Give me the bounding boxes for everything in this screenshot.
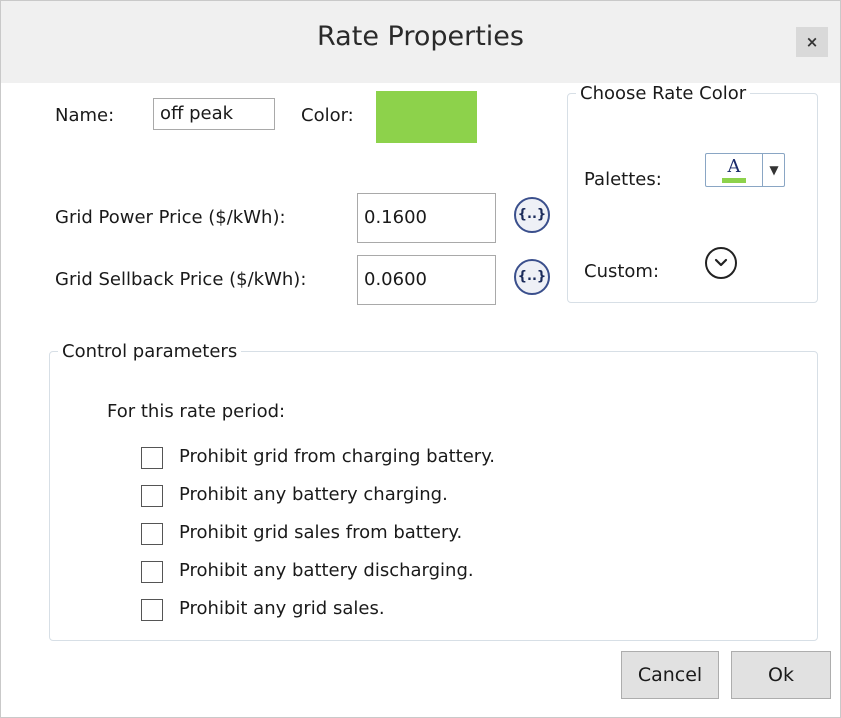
- title-bar: Rate Properties ×: [1, 1, 840, 83]
- palette-glyph: A: [727, 156, 741, 177]
- grid-power-expression-button[interactable]: {..}: [514, 197, 550, 233]
- choose-rate-color-legend: Choose Rate Color: [580, 83, 747, 104]
- option-label: Prohibit any grid sales.: [179, 598, 385, 619]
- custom-label: Custom:: [584, 261, 660, 282]
- grid-power-price-label: Grid Power Price ($/kWh):: [55, 207, 286, 228]
- option-label: Prohibit grid from charging battery.: [179, 446, 496, 467]
- cancel-button[interactable]: Cancel: [621, 651, 719, 699]
- close-button[interactable]: ×: [796, 27, 828, 57]
- grid-sellback-price-label: Grid Sellback Price ($/kWh):: [55, 269, 307, 290]
- name-label: Name:: [55, 105, 115, 126]
- dialog-title: Rate Properties: [317, 21, 524, 52]
- dialog-content: Name: off peak Color: Grid Power Price (…: [1, 83, 840, 717]
- palette-dropdown-button[interactable]: A ▼: [705, 153, 785, 187]
- rate-properties-dialog: Rate Properties × Name: off peak Color: …: [0, 0, 841, 718]
- custom-color-button[interactable]: [705, 247, 737, 279]
- checkbox[interactable]: [141, 599, 163, 621]
- grid-sellback-price-input[interactable]: 0.0600: [357, 255, 496, 305]
- chevron-down-circle-icon: [714, 258, 728, 267]
- close-icon: ×: [805, 33, 819, 51]
- palette-color-bar: [722, 178, 746, 183]
- option-label: Prohibit any battery charging.: [179, 484, 448, 505]
- checkbox[interactable]: [141, 561, 163, 583]
- chevron-down-icon[interactable]: ▼: [763, 154, 785, 186]
- name-input[interactable]: off peak: [153, 98, 275, 130]
- font-color-icon: A: [706, 154, 763, 186]
- ok-button[interactable]: Ok: [731, 651, 831, 699]
- color-label: Color:: [301, 105, 354, 126]
- option-label: Prohibit grid sales from battery.: [179, 522, 463, 543]
- expression-icon: {..}: [517, 269, 547, 284]
- rate-period-subtitle: For this rate period:: [107, 401, 286, 422]
- checkbox[interactable]: [141, 485, 163, 507]
- palettes-label: Palettes:: [584, 169, 662, 190]
- grid-power-price-input[interactable]: 0.1600: [357, 193, 496, 243]
- grid-sellback-expression-button[interactable]: {..}: [514, 259, 550, 295]
- option-label: Prohibit any battery discharging.: [179, 560, 474, 581]
- checkbox[interactable]: [141, 523, 163, 545]
- checkbox[interactable]: [141, 447, 163, 469]
- expression-icon: {..}: [517, 207, 547, 222]
- color-swatch[interactable]: [376, 91, 477, 143]
- control-parameters-legend: Control parameters: [62, 341, 238, 362]
